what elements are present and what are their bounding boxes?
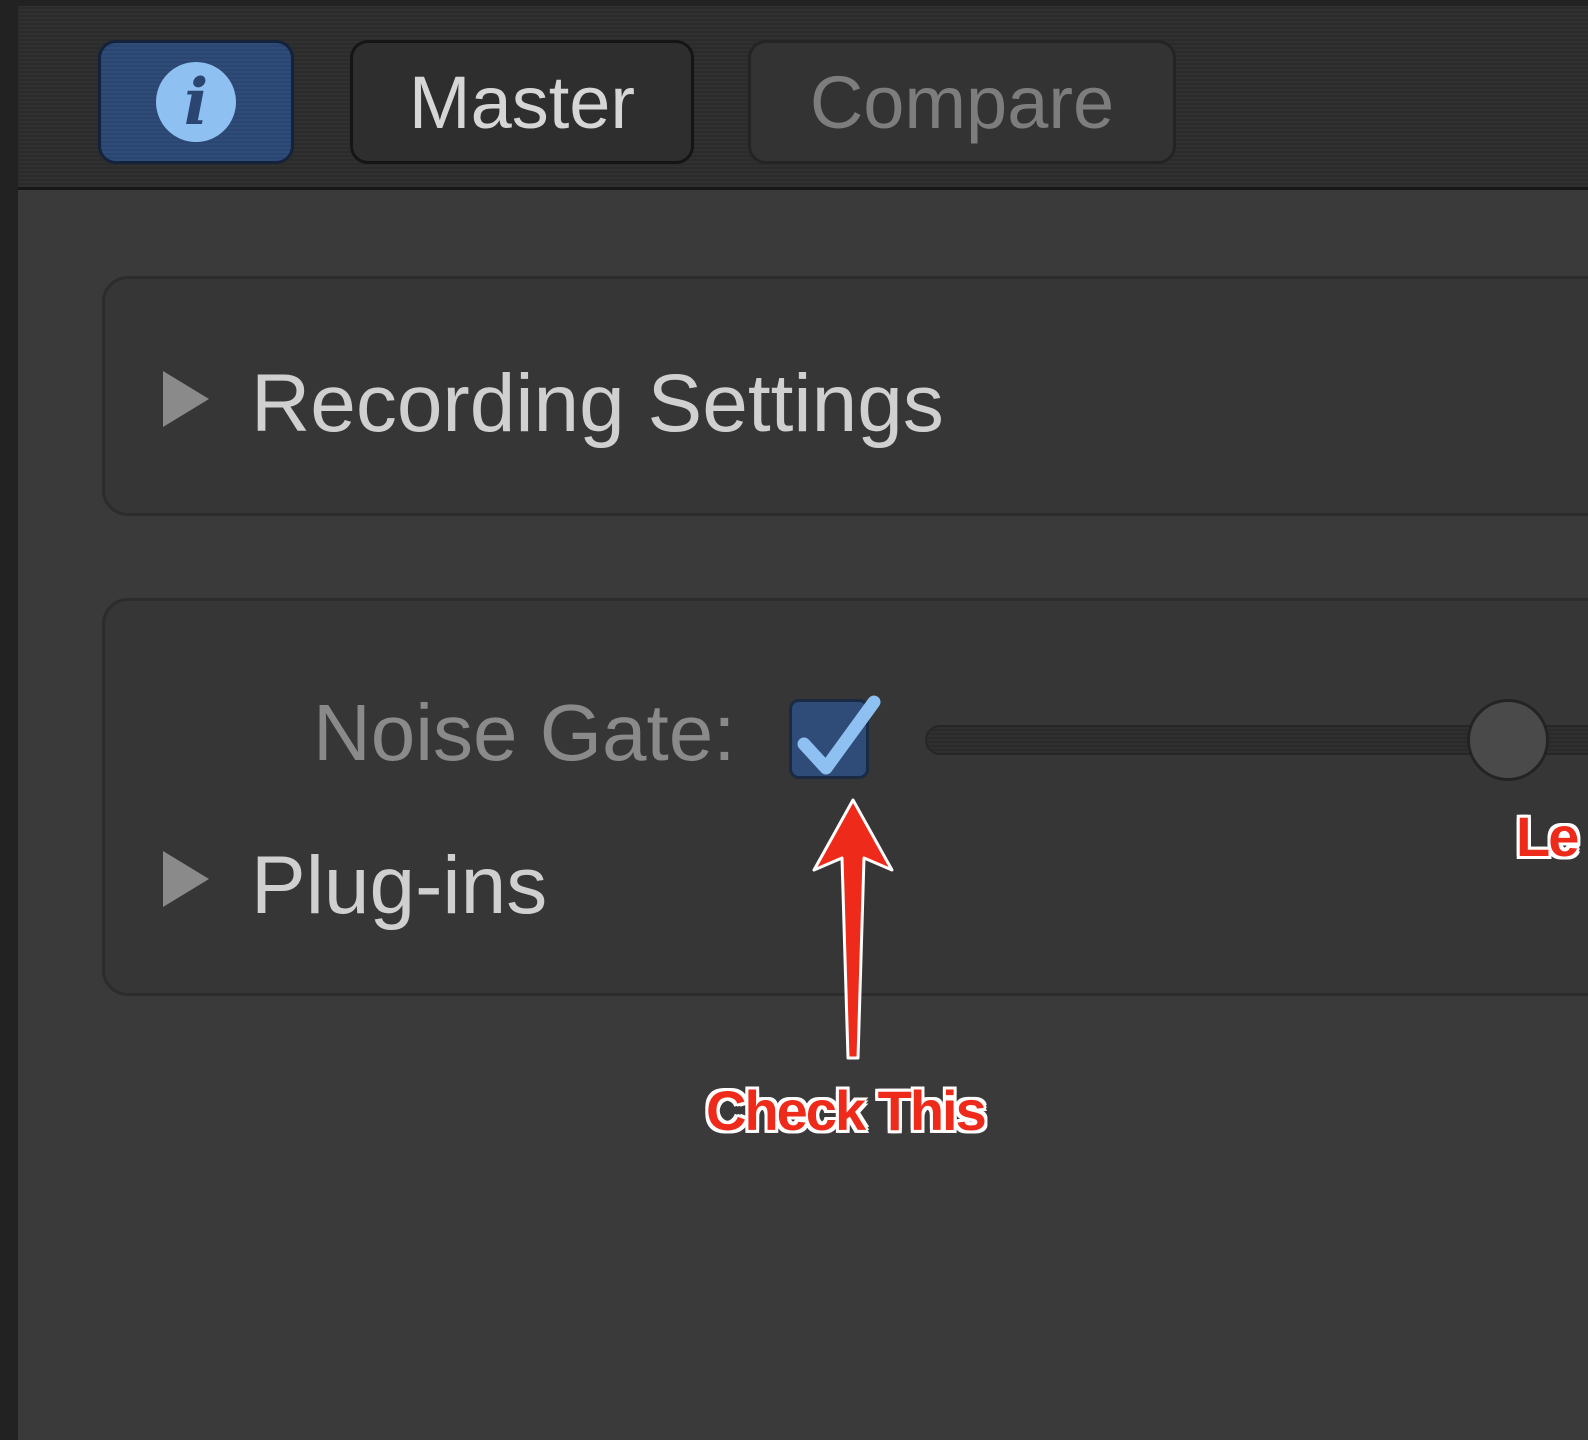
annotation-arrow-icon — [812, 798, 894, 1060]
recording-settings-label[interactable]: Recording Settings — [251, 357, 944, 451]
plugins-label[interactable]: Plug-ins — [251, 839, 547, 933]
inspector-window: i Master Compare Recording Settings Nois… — [0, 0, 1588, 1440]
disclosure-triangle-icon[interactable] — [163, 851, 209, 907]
toolbar: i Master Compare — [18, 6, 1588, 190]
noise-gate-checkbox[interactable] — [789, 695, 881, 779]
annotation-check-this: Check This — [706, 1079, 987, 1142]
annotation-level-partial: Le — [1516, 805, 1579, 868]
checkmark-icon — [797, 695, 881, 775]
info-icon: i — [156, 62, 236, 142]
master-button[interactable]: Master — [350, 40, 694, 164]
noise-gate-slider-knob[interactable] — [1467, 699, 1550, 781]
compare-button[interactable]: Compare — [748, 40, 1176, 164]
recording-settings-panel: Recording Settings — [102, 276, 1588, 516]
noise-gate-label: Noise Gate: — [313, 688, 736, 777]
info-button[interactable]: i — [98, 40, 294, 164]
disclosure-triangle-icon[interactable] — [163, 371, 209, 427]
